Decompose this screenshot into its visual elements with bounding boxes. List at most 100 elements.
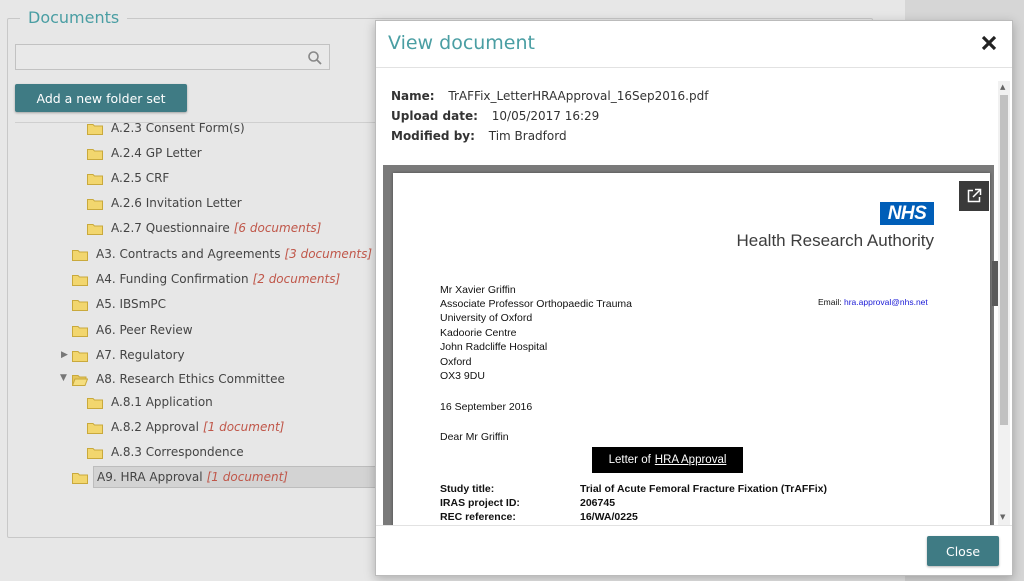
modal-body: Name: TrAFFix_LetterHRAApproval_16Sep201… bbox=[376, 69, 1012, 525]
scroll-down-icon[interactable]: ▼ bbox=[1000, 513, 1005, 521]
tree-item[interactable]: A3. Contracts and Agreements [3 document… bbox=[72, 243, 372, 265]
tree-item[interactable]: A7. Regulatory bbox=[72, 344, 185, 366]
organisation-name: Health Research Authority bbox=[736, 231, 935, 250]
address-line: Kadoorie Centre bbox=[440, 327, 517, 339]
collapse-arrow-icon[interactable]: ▼ bbox=[60, 373, 67, 383]
tree-item[interactable]: A.8.2 Approval [1 document] bbox=[87, 416, 284, 438]
folder-icon bbox=[72, 325, 88, 337]
address-line: University of Oxford bbox=[440, 312, 533, 324]
name-label: Name: bbox=[391, 89, 435, 103]
tree-item[interactable]: A5. IBSmPC bbox=[72, 293, 166, 315]
document-count: [1 document] bbox=[206, 470, 288, 484]
tree-item-label: A.8.2 Approval bbox=[111, 420, 199, 434]
document-count: [3 documents] bbox=[284, 247, 373, 261]
expand-arrow-icon[interactable]: ▶ bbox=[61, 350, 68, 360]
scrollbar-thumb[interactable] bbox=[1000, 95, 1008, 425]
document-count: [1 document] bbox=[202, 420, 285, 434]
folder-icon bbox=[87, 173, 103, 185]
iras-value: 206745 bbox=[580, 497, 616, 509]
address-line: Oxford bbox=[440, 356, 472, 368]
view-document-modal: View document Name: TrAFFix_LetterHRAApp… bbox=[375, 20, 1013, 576]
email-line: Email: hra.approval@nhs.net bbox=[818, 297, 928, 307]
folder-icon bbox=[87, 397, 103, 409]
scroll-up-icon[interactable]: ▲ bbox=[1000, 83, 1005, 91]
nhs-logo: NHS bbox=[880, 202, 934, 225]
tree-item-label: A9. HRA Approval bbox=[97, 470, 203, 484]
folder-icon bbox=[72, 473, 88, 484]
folder-icon bbox=[72, 299, 88, 311]
folder-icon bbox=[72, 350, 88, 362]
tree-item[interactable]: A.8.3 Correspondence bbox=[87, 441, 244, 463]
tree-item[interactable]: A6. Peer Review bbox=[72, 319, 193, 341]
close-button[interactable]: Close bbox=[927, 536, 999, 566]
open-external-icon[interactable] bbox=[959, 181, 989, 211]
modified-by-label: Modified by: bbox=[391, 129, 475, 143]
upload-date-label: Upload date: bbox=[391, 109, 478, 123]
tree-item-label: A.2.3 Consent Form(s) bbox=[111, 122, 245, 135]
name-value: TrAFFix_LetterHRAApproval_16Sep2016.pdf bbox=[448, 89, 709, 103]
tree-item[interactable]: A.2.5 CRF bbox=[87, 167, 169, 189]
iras-label: IRAS project ID: bbox=[440, 497, 520, 509]
search-icon[interactable] bbox=[307, 50, 323, 66]
address-line: OX3 9DU bbox=[440, 370, 485, 382]
folder-icon bbox=[72, 249, 88, 261]
document-name-row: Name: TrAFFix_LetterHRAApproval_16Sep201… bbox=[391, 89, 708, 103]
letter-heading-text: Letter of bbox=[608, 454, 651, 466]
pdf-viewer[interactable]: NHS Health Research Authority Mr Xavier … bbox=[383, 165, 1000, 525]
modal-title: View document bbox=[388, 32, 535, 54]
email-link[interactable]: hra.approval@nhs.net bbox=[844, 297, 928, 307]
folder-icon bbox=[87, 148, 103, 160]
salutation: Dear Mr Griffin bbox=[440, 431, 509, 443]
rec-reference-value: 16/WA/0225 bbox=[580, 511, 638, 523]
address-line: Associate Professor Orthopaedic Trauma bbox=[440, 298, 633, 310]
letter-heading-link: HRA Approval bbox=[654, 454, 727, 466]
modal-footer: Close bbox=[376, 525, 1012, 577]
folder-icon bbox=[87, 198, 103, 210]
rec-reference-label: REC reference: bbox=[440, 511, 516, 523]
folder-icon bbox=[87, 123, 103, 135]
modal-header: View document bbox=[376, 21, 1012, 68]
tree-item[interactable]: A8. Research Ethics Committee bbox=[72, 368, 285, 390]
search-input[interactable] bbox=[15, 44, 330, 70]
tree-item-selected[interactable]: A9. HRA Approval [1 document] bbox=[93, 466, 375, 488]
study-title-value: Trial of Acute Femoral Fracture Fixation… bbox=[580, 483, 827, 495]
add-folder-set-button[interactable]: Add a new folder set bbox=[15, 84, 187, 112]
tree-item-label: A6. Peer Review bbox=[96, 323, 193, 337]
document-count: [2 documents] bbox=[252, 272, 341, 286]
tree-item-label: A7. Regulatory bbox=[96, 348, 185, 362]
tree-item[interactable]: A.2.4 GP Letter bbox=[87, 142, 202, 164]
document-count: [6 documents] bbox=[233, 221, 322, 235]
folder-icon bbox=[87, 447, 103, 459]
tree-item-label: A.8.3 Correspondence bbox=[111, 445, 244, 459]
tree-item-label: A.2.4 GP Letter bbox=[111, 146, 202, 160]
tree-item[interactable]: A4. Funding Confirmation [2 documents] bbox=[72, 268, 340, 290]
study-title-label: Study title: bbox=[440, 483, 495, 495]
letter-date: 16 September 2016 bbox=[440, 401, 533, 413]
tree-item[interactable]: A.8.1 Application bbox=[87, 391, 213, 413]
tree-item[interactable]: A.2.7 Questionnaire [6 documents] bbox=[87, 217, 321, 239]
open-folder-icon bbox=[72, 374, 88, 386]
close-icon[interactable] bbox=[980, 34, 998, 52]
tree-item-label: A8. Research Ethics Committee bbox=[96, 372, 285, 386]
tree-item-label: A3. Contracts and Agreements bbox=[96, 247, 281, 261]
modal-scrollbar[interactable]: ▲ ▼ bbox=[998, 81, 1010, 525]
folder-icon bbox=[87, 422, 103, 434]
address-line: John Radcliffe Hospital bbox=[440, 341, 548, 353]
tree-item[interactable]: A.2.3 Consent Form(s) bbox=[87, 122, 245, 139]
tree-item-label: A.8.1 Application bbox=[111, 395, 213, 409]
tree-item-label: A4. Funding Confirmation bbox=[96, 272, 249, 286]
tree-item[interactable]: A.2.6 Invitation Letter bbox=[87, 192, 242, 214]
modified-by-row: Modified by: Tim Bradford bbox=[391, 129, 567, 143]
letter-heading: Letter of HRA Approval bbox=[592, 447, 743, 473]
modified-by-value: Tim Bradford bbox=[488, 129, 567, 143]
documents-legend: Documents bbox=[20, 8, 128, 27]
tree-item-label: A5. IBSmPC bbox=[96, 297, 166, 311]
folder-icon bbox=[87, 223, 103, 235]
address-line: Mr Xavier Griffin bbox=[440, 284, 516, 296]
upload-date-row: Upload date: 10/05/2017 16:29 bbox=[391, 109, 599, 123]
folder-icon bbox=[72, 274, 88, 286]
upload-date-value: 10/05/2017 16:29 bbox=[491, 109, 600, 123]
tree-item-label: A.2.6 Invitation Letter bbox=[111, 196, 242, 210]
tree-item-label: A.2.7 Questionnaire bbox=[111, 221, 230, 235]
tree-item-label: A.2.5 CRF bbox=[111, 171, 170, 185]
